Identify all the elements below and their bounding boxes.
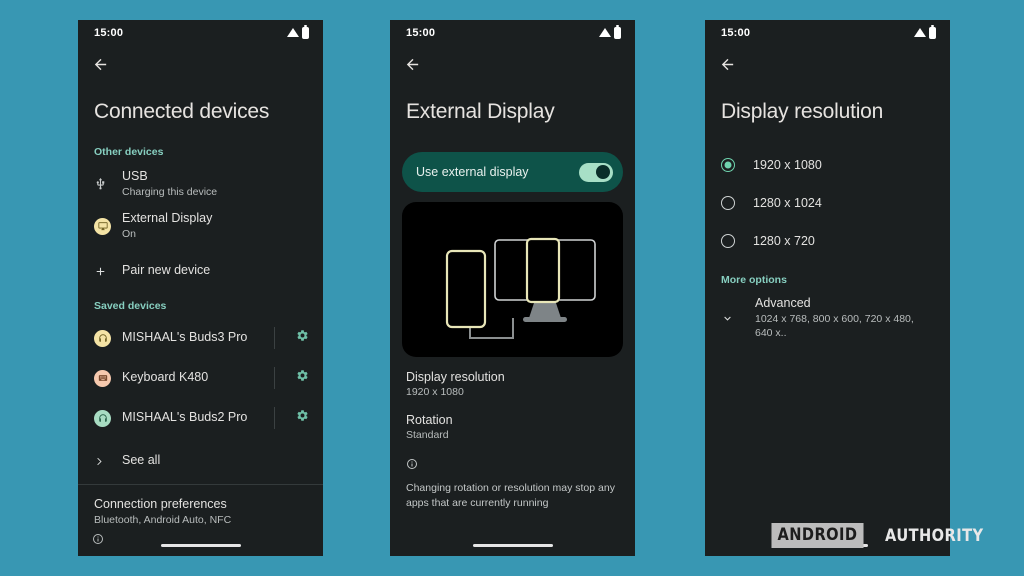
info-icon[interactable] xyxy=(92,532,104,550)
connection-preferences-subtitle: Bluetooth, Android Auto, NFC xyxy=(94,513,232,526)
resolution-option-label: 1280 x 1024 xyxy=(753,196,822,211)
battery-icon xyxy=(614,25,621,39)
display-resolution-item[interactable]: Display resolution 1920 x 1080 xyxy=(390,357,635,400)
resolution-option-1280x1024[interactable]: 1280 x 1024 xyxy=(705,186,950,220)
advanced-title: Advanced xyxy=(755,296,811,311)
row-divider xyxy=(258,407,290,430)
radio-button[interactable] xyxy=(721,234,735,249)
use-external-display-toggle-row[interactable]: Use external display xyxy=(402,152,623,193)
phone-screen-connected-devices: 15:00 Connected devices Other devices US… xyxy=(78,20,323,556)
back-button-row[interactable] xyxy=(705,46,950,82)
home-indicator xyxy=(472,544,553,547)
status-bar-time: 15:00 xyxy=(94,27,124,39)
external-display-illustration xyxy=(402,202,623,358)
list-item-external-display[interactable]: External Display On xyxy=(78,208,323,244)
status-bar-icons xyxy=(599,25,621,39)
toggle-label: Use external display xyxy=(416,165,529,180)
see-all-button[interactable]: See all xyxy=(78,446,323,476)
list-item-title: External Display xyxy=(122,211,213,226)
section-label-other-devices: Other devices xyxy=(94,146,164,159)
section-label-saved-devices: Saved devices xyxy=(94,300,167,313)
back-arrow-icon[interactable] xyxy=(404,56,421,73)
resolution-option-label: 1280 x 720 xyxy=(753,234,815,249)
row-divider xyxy=(258,367,290,390)
status-bar: 15:00 xyxy=(705,20,950,46)
advanced-subtitle: 1024 x 768, 800 x 600, 720 x 480, 640 x.… xyxy=(755,312,914,339)
info-icon xyxy=(407,459,417,470)
plus-icon xyxy=(94,265,120,278)
phone-screen-display-resolution: 15:00 Display resolution 1920 x 1080 128… xyxy=(705,20,950,556)
watermark-android: ANDROID xyxy=(771,523,864,548)
status-bar-time: 15:00 xyxy=(406,27,436,39)
wifi-icon xyxy=(599,27,611,37)
page-title: Connected devices xyxy=(94,100,270,123)
rotation-item[interactable]: Rotation Standard xyxy=(390,400,635,443)
back-button-row[interactable] xyxy=(390,46,635,82)
back-button-row[interactable] xyxy=(78,46,323,82)
list-item-text: USB Charging this device xyxy=(120,169,309,199)
list-item-text: External Display On xyxy=(120,211,309,241)
row-divider xyxy=(258,327,290,350)
list-item-usb[interactable]: USB Charging this device xyxy=(78,166,323,202)
status-bar-icons xyxy=(287,25,309,39)
saved-device-label: Keyboard K480 xyxy=(122,370,209,385)
note-info-icon-row xyxy=(390,443,635,481)
advanced-expand-row[interactable]: Advanced 1024 x 768, 800 x 600, 720 x 48… xyxy=(705,296,950,340)
pair-new-device-button[interactable]: Pair new device xyxy=(78,256,323,286)
back-arrow-icon[interactable] xyxy=(92,56,109,73)
gear-icon[interactable] xyxy=(296,409,309,427)
watermark: ANDROID AUTHORITY xyxy=(764,523,992,548)
list-item-saved-device[interactable]: MISHAAL's Buds2 Pro xyxy=(78,400,323,436)
saved-device-label: MISHAAL's Buds3 Pro xyxy=(122,330,248,345)
status-bar: 15:00 xyxy=(390,20,635,46)
rotation-title: Rotation xyxy=(406,413,453,428)
advanced-text: Advanced 1024 x 768, 800 x 600, 720 x 48… xyxy=(747,296,934,340)
status-bar: 15:00 xyxy=(78,20,323,46)
note-text: Changing rotation or resolution may stop… xyxy=(406,482,615,510)
battery-icon xyxy=(302,25,309,39)
battery-icon xyxy=(929,25,936,39)
list-item-saved-device[interactable]: Keyboard K480 xyxy=(78,360,323,396)
phone-screen-external-display: 15:00 External Display Use external disp… xyxy=(390,20,635,556)
use-external-display-switch[interactable] xyxy=(579,162,613,182)
list-item-subtitle: On xyxy=(122,227,137,240)
list-item-subtitle: Charging this device xyxy=(122,185,218,198)
usb-icon xyxy=(94,176,120,192)
display-resolution-title: Display resolution xyxy=(406,370,505,385)
radio-button[interactable] xyxy=(721,158,735,173)
resolution-option-1920x1080[interactable]: 1920 x 1080 xyxy=(705,148,950,182)
connection-preferences-item[interactable]: Connection preferences Bluetooth, Androi… xyxy=(78,485,323,527)
home-indicator xyxy=(160,544,241,547)
wifi-icon xyxy=(287,27,299,37)
gear-icon[interactable] xyxy=(296,369,309,387)
watermark-authority: AUTHORITY xyxy=(885,525,984,546)
chevron-right-icon xyxy=(94,456,120,467)
chevron-down-icon[interactable] xyxy=(721,312,747,325)
gear-icon[interactable] xyxy=(296,329,309,347)
page-title: External Display xyxy=(406,100,555,123)
saved-device-label: MISHAAL's Buds2 Pro xyxy=(122,410,248,425)
status-bar-time: 15:00 xyxy=(721,27,751,39)
headphones-icon xyxy=(94,329,120,347)
resolution-option-label: 1920 x 1080 xyxy=(753,158,822,173)
note-block: Changing rotation or resolution may stop… xyxy=(390,481,635,511)
status-bar-icons xyxy=(914,25,936,39)
keyboard-icon xyxy=(94,369,120,387)
back-arrow-icon[interactable] xyxy=(719,56,736,73)
phone-monitor-diagram-icon xyxy=(445,237,596,339)
section-label-more-options: More options xyxy=(721,274,787,287)
resolution-option-1280x720[interactable]: 1280 x 720 xyxy=(705,224,950,258)
page-title: Display resolution xyxy=(721,100,884,123)
see-all-label: See all xyxy=(122,453,161,468)
headphones-icon xyxy=(94,409,120,427)
list-item-title: USB xyxy=(122,169,148,184)
connection-preferences-title: Connection preferences xyxy=(94,497,227,512)
display-resolution-value: 1920 x 1080 xyxy=(406,386,464,399)
pair-new-device-label: Pair new device xyxy=(122,263,211,278)
rotation-value: Standard xyxy=(406,429,449,442)
list-item-saved-device[interactable]: MISHAAL's Buds3 Pro xyxy=(78,320,323,356)
external-display-icon xyxy=(94,217,120,235)
radio-button[interactable] xyxy=(721,196,735,211)
wifi-icon xyxy=(914,27,926,37)
